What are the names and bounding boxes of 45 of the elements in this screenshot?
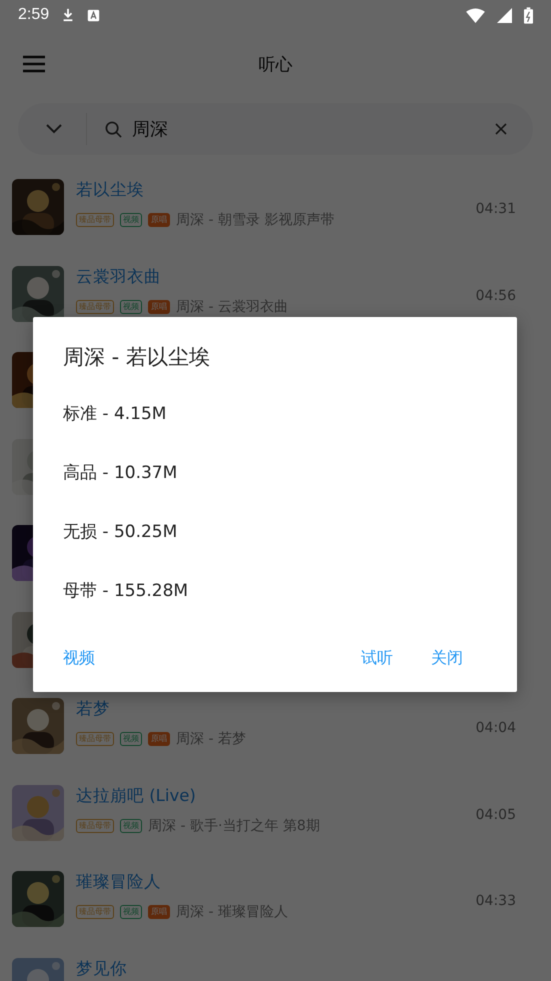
tag: 视频 [120, 818, 142, 832]
tag: 原唱 [148, 213, 170, 227]
tag: 臻品母带 [76, 300, 114, 314]
song-title[interactable]: 达拉崩吧 (Live) [76, 784, 476, 806]
tag: 视频 [120, 732, 142, 746]
song-title[interactable]: 若以尘埃 [76, 179, 476, 201]
quality-option[interactable]: 无损 - 50.25M [63, 522, 178, 581]
tag: 原唱 [148, 300, 170, 314]
tag: 原唱 [148, 732, 170, 746]
song-duration: 04:05 [476, 806, 516, 822]
dialog-button[interactable]: 关闭 [415, 640, 479, 677]
tag: 臻品母带 [76, 732, 114, 746]
download-icon [61, 8, 76, 22]
clear-icon[interactable] [495, 123, 507, 135]
search-field[interactable]: 周深 [18, 103, 533, 155]
battery-icon [524, 6, 533, 24]
dialog-button[interactable]: 视频 [47, 640, 111, 677]
search-icon [105, 120, 122, 138]
keyboard-icon [87, 8, 100, 22]
tag: 臻品母带 [76, 818, 114, 832]
song-duration: 04:31 [476, 201, 516, 217]
tag: 视频 [120, 213, 142, 227]
tag: 原唱 [148, 905, 170, 919]
tag: 视频 [120, 300, 142, 314]
quality-option[interactable]: 标准 - 4.15M [63, 404, 166, 463]
song-duration: 04:56 [476, 288, 516, 304]
wifi-icon [466, 8, 485, 22]
song-duration: 04:04 [476, 720, 516, 736]
quality-option[interactable]: 高品 - 10.37M [63, 463, 178, 522]
song-title[interactable]: 梦见你 [76, 958, 516, 980]
signal-icon [497, 8, 512, 22]
song-duration: 04:33 [476, 893, 516, 909]
tag: 臻品母带 [76, 213, 114, 227]
status-time: 2:59 [18, 6, 50, 24]
song-title[interactable]: 璀璨冒险人 [76, 871, 476, 893]
quality-option[interactable]: 母带 - 155.28M [63, 581, 188, 640]
menu-icon[interactable] [23, 55, 45, 73]
app-title: 听心 [258, 54, 292, 76]
dialog-title: 周深 - 若以尘埃 [63, 344, 210, 371]
song-title[interactable]: 云裳羽衣曲 [76, 266, 476, 288]
tag: 臻品母带 [76, 905, 114, 919]
tag: 视频 [120, 905, 142, 919]
song-title[interactable]: 若梦 [76, 698, 476, 720]
dialog-button[interactable]: 试听 [345, 640, 409, 677]
chevron-down-icon[interactable] [46, 124, 62, 134]
